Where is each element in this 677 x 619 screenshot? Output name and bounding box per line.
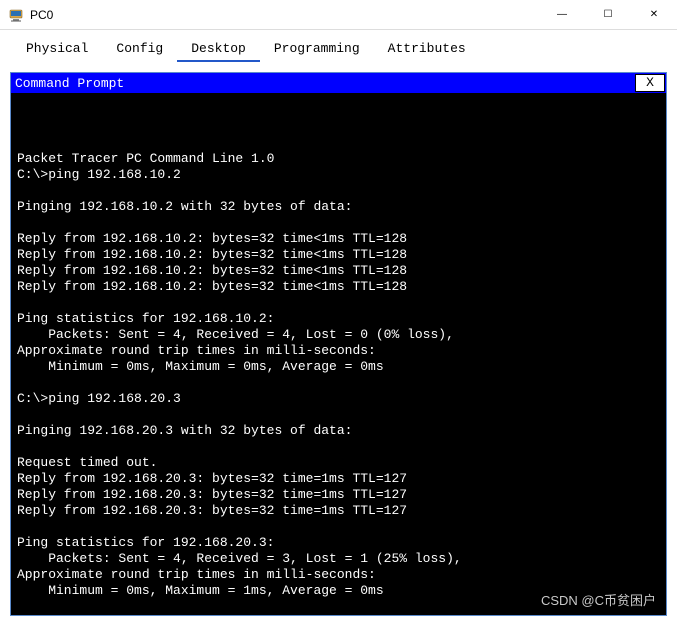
watermark: CSDN @C币贫困户: [541, 593, 656, 609]
tab-config[interactable]: Config: [102, 38, 177, 62]
tab-desktop[interactable]: Desktop: [177, 38, 260, 62]
terminal[interactable]: Packet Tracer PC Command Line 1.0 C:\>pi…: [11, 93, 666, 615]
command-prompt-title: Command Prompt: [15, 76, 635, 91]
app-icon: [8, 7, 24, 23]
command-prompt-titlebar: Command Prompt X: [11, 73, 666, 93]
tab-attributes[interactable]: Attributes: [374, 38, 480, 62]
window-controls: — ☐ ✕: [539, 0, 677, 30]
tab-programming[interactable]: Programming: [260, 38, 374, 62]
command-prompt-close-button[interactable]: X: [635, 74, 665, 92]
tab-bar: Physical Config Desktop Programming Attr…: [0, 30, 677, 62]
close-button[interactable]: ✕: [631, 0, 677, 30]
window-titlebar: PC0 — ☐ ✕: [0, 0, 677, 30]
window-title: PC0: [30, 8, 539, 22]
maximize-button[interactable]: ☐: [585, 0, 631, 30]
minimize-button[interactable]: —: [539, 0, 585, 30]
tab-physical[interactable]: Physical: [12, 38, 102, 62]
command-prompt-window: Command Prompt X Packet Tracer PC Comman…: [10, 72, 667, 616]
terminal-output: Packet Tracer PC Command Line 1.0 C:\>pi…: [17, 135, 660, 599]
